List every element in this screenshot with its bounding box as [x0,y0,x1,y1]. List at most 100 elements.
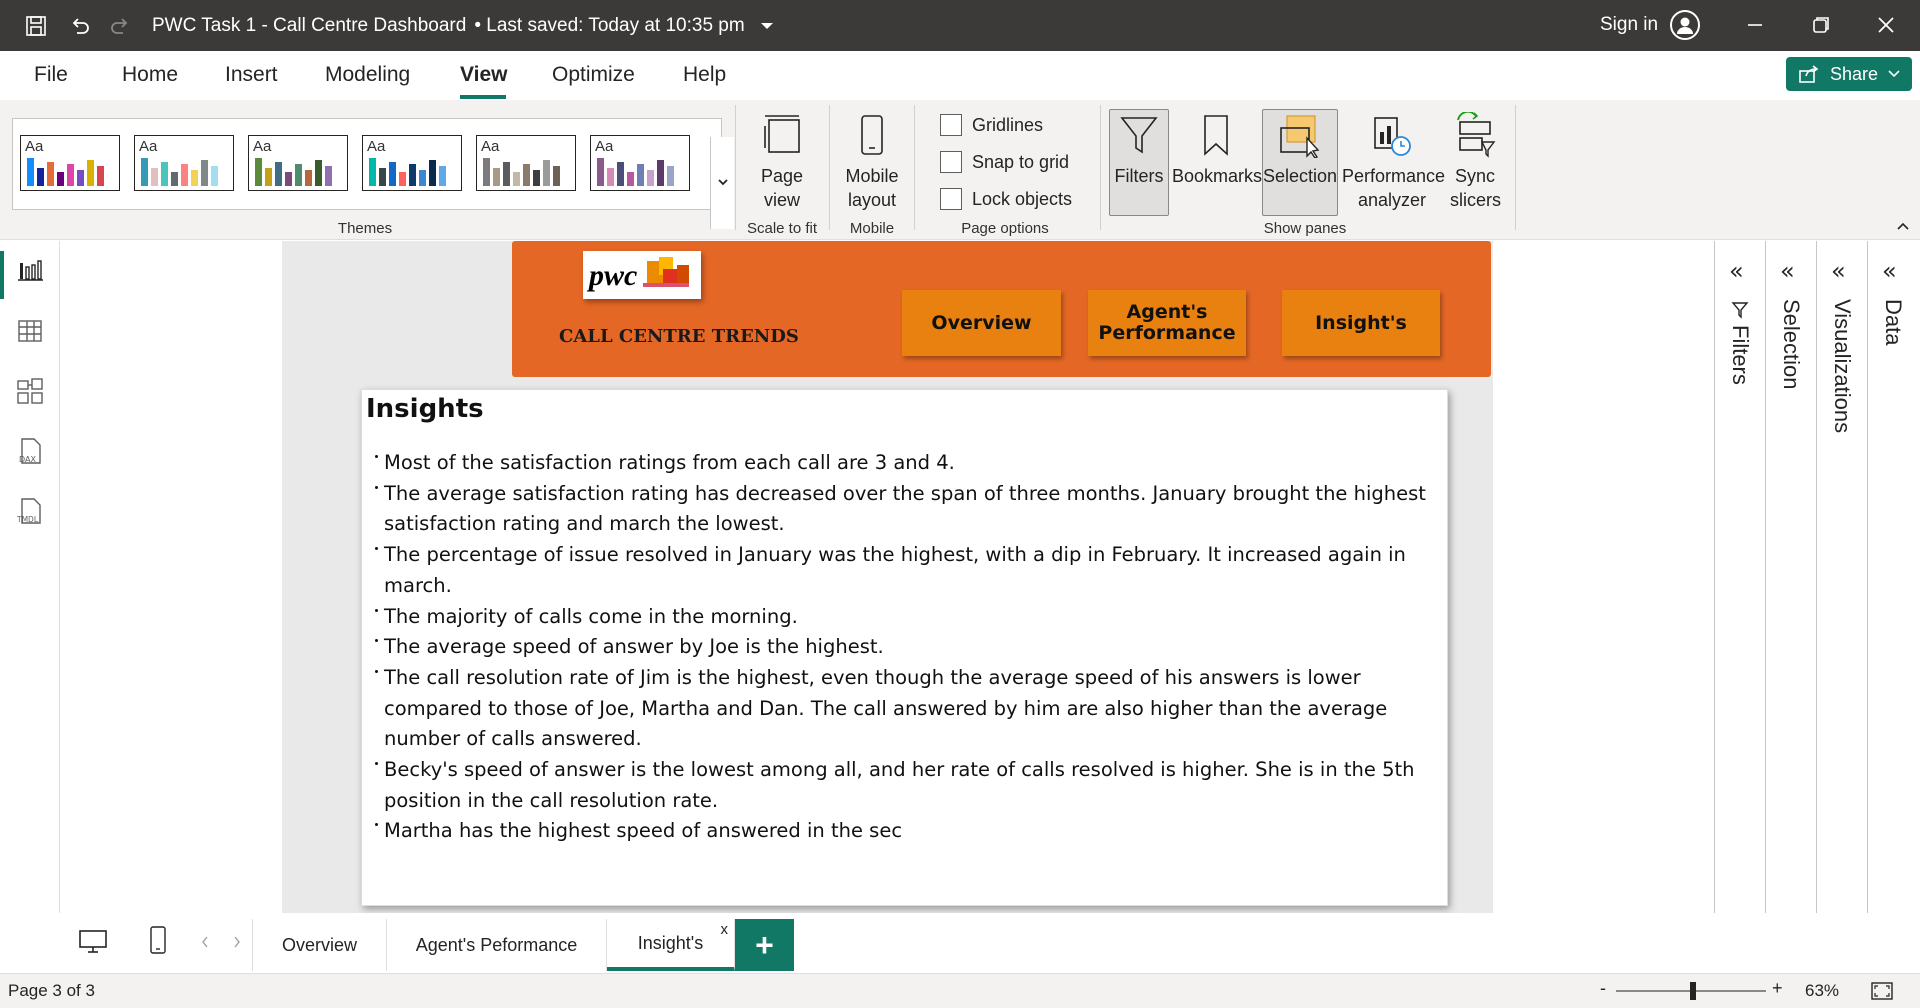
expand-chevron-icon[interactable]: « [1729,257,1744,285]
theme-aa-label: Aa [367,138,386,155]
document-title[interactable]: PWC Task 1 - Call Centre Dashboard • Las… [152,15,773,37]
tab-agents-performance[interactable]: Agent's Peformance [387,919,607,971]
visualizations-pane-collapsed[interactable]: « Visualizations [1816,241,1868,913]
chevron-down-icon[interactable] [760,22,773,29]
table-view-icon[interactable] [16,317,44,345]
mobile-layout-icon[interactable] [148,925,168,955]
tab-label: Agent's Peformance [415,934,578,955]
menu-insert[interactable]: Insert [225,63,278,87]
desktop-layout-icon[interactable] [78,929,108,955]
nav-insights-button[interactable]: Insight's [1282,290,1440,356]
next-page-icon[interactable] [232,935,242,949]
insights-heading: Insights [366,394,484,424]
performance-analyzer-button[interactable]: Performance analyzer [1340,112,1445,212]
snap-to-grid-label: Snap to grid [972,151,1070,172]
nav-overview-button[interactable]: Overview [902,290,1061,356]
theme-option-6[interactable]: Aa [590,135,690,191]
avatar[interactable] [1670,10,1700,40]
mobile-layout-button[interactable]: Mobile layout [838,112,906,212]
mobile-phone-icon [861,115,883,155]
close-tab-icon[interactable]: x [721,921,729,938]
zoom-slider-thumb[interactable] [1690,982,1696,1000]
prev-page-icon[interactable] [200,935,210,949]
menu-help[interactable]: Help [683,63,726,87]
nav-agents-performance-button[interactable]: Agent's Performance [1088,290,1246,356]
selection-label: Selection [1262,166,1338,186]
selection-pane-collapsed[interactable]: « Selection [1765,241,1817,913]
theme-gallery-expand[interactable] [710,137,734,229]
performance-analyzer-icon [1374,117,1411,156]
zoom-out-button[interactable]: - [1600,978,1606,999]
tab-label: Insight's [637,932,704,953]
checkbox-box[interactable] [940,151,962,173]
expand-chevron-icon[interactable]: « [1780,257,1795,285]
menu-file[interactable]: File [34,63,68,87]
gridlines-checkbox[interactable]: Gridlines [940,114,1043,136]
scale-group-label: Scale to fit [746,220,818,237]
minimize-icon[interactable] [1744,14,1766,36]
filters-label: Filters [1114,166,1164,186]
bookmarks-pane-button[interactable]: Bookmarks [1172,112,1262,188]
ribbon: Aa Aa Aa Aa Aa Aa Themes Page view Scale… [0,100,1920,240]
insights-card[interactable]: Insights Most of the satisfaction rating… [361,389,1448,906]
menu-modeling[interactable]: Modeling [325,63,410,87]
model-view-icon[interactable] [16,377,44,405]
checkbox-box[interactable] [940,114,962,136]
theme-option-4[interactable]: Aa [362,135,462,191]
collapse-ribbon-icon[interactable] [1896,221,1910,231]
theme-option-2[interactable]: Aa [134,135,234,191]
chevron-down-icon [1888,70,1900,78]
ribbon-separator [1100,105,1101,230]
filters-pane-collapsed[interactable]: « Filters [1714,241,1766,913]
theme-option-1[interactable]: Aa [20,135,120,191]
active-menu-indicator [460,95,506,99]
menu-view[interactable]: View [460,63,507,87]
restore-icon[interactable] [1810,14,1832,36]
insight-item: Becky's speed of answer is the lowest am… [374,755,1434,816]
pwc-logo: pwc [583,251,701,299]
visualizations-pane-label: Visualizations [1830,299,1855,434]
tab-insights[interactable]: Insight's x [607,919,735,971]
redo-icon[interactable] [102,8,138,44]
report-view-icon[interactable] [16,257,44,285]
checkbox-box[interactable] [940,188,962,210]
insight-item: The percentage of issue resolved in Janu… [374,540,1434,601]
sync-slicers-label: Sync slicers [1450,166,1502,210]
selection-pane-button[interactable]: Selection [1262,112,1338,188]
add-page-button[interactable]: + [735,919,794,971]
svg-text:DAX: DAX [19,455,36,464]
ribbon-separator [735,105,736,230]
lock-objects-checkbox[interactable]: Lock objects [940,188,1072,210]
page-view-button[interactable]: Page view [744,112,820,212]
themes-group-label: Themes [337,220,393,237]
gridlines-label: Gridlines [972,114,1044,135]
sync-slicers-button[interactable]: Sync slicers [1446,110,1504,212]
fit-to-page-icon[interactable] [1870,981,1894,1001]
tmdl-view-icon[interactable]: TMDL [16,497,44,525]
insight-item: The call resolution rate of Jim is the h… [374,663,1434,755]
snap-to-grid-checkbox[interactable]: Snap to grid [940,151,1069,173]
close-icon[interactable] [1875,14,1897,36]
tab-overview[interactable]: Overview [253,919,387,971]
expand-chevron-icon[interactable]: « [1831,257,1846,285]
sign-in-link[interactable]: Sign in [1600,14,1658,36]
data-pane-collapsed[interactable]: « Data [1867,241,1919,913]
theme-option-5[interactable]: Aa [476,135,576,191]
share-button[interactable]: Share [1786,57,1912,91]
active-view-indicator [0,251,4,299]
page-indicator: Page 3 of 3 [8,981,95,1000]
save-icon[interactable] [18,8,54,44]
expand-chevron-icon[interactable]: « [1882,257,1897,285]
menu-home[interactable]: Home [122,63,178,87]
mobile-group-label: Mobile [849,220,895,237]
undo-icon[interactable] [62,8,98,44]
dax-query-view-icon[interactable]: DAX [16,437,44,465]
title-bar: PWC Task 1 - Call Centre Dashboard • Las… [0,0,1920,51]
insight-item: The average satisfaction rating has decr… [374,479,1434,540]
collapsed-panes: « Filters « Selection « Visualizations «… [1714,241,1920,913]
theme-option-3[interactable]: Aa [248,135,348,191]
zoom-in-button[interactable]: + [1772,978,1783,999]
filters-pane-button[interactable]: Filters [1109,112,1169,188]
data-pane-label: Data [1881,299,1906,346]
menu-optimize[interactable]: Optimize [552,63,635,87]
